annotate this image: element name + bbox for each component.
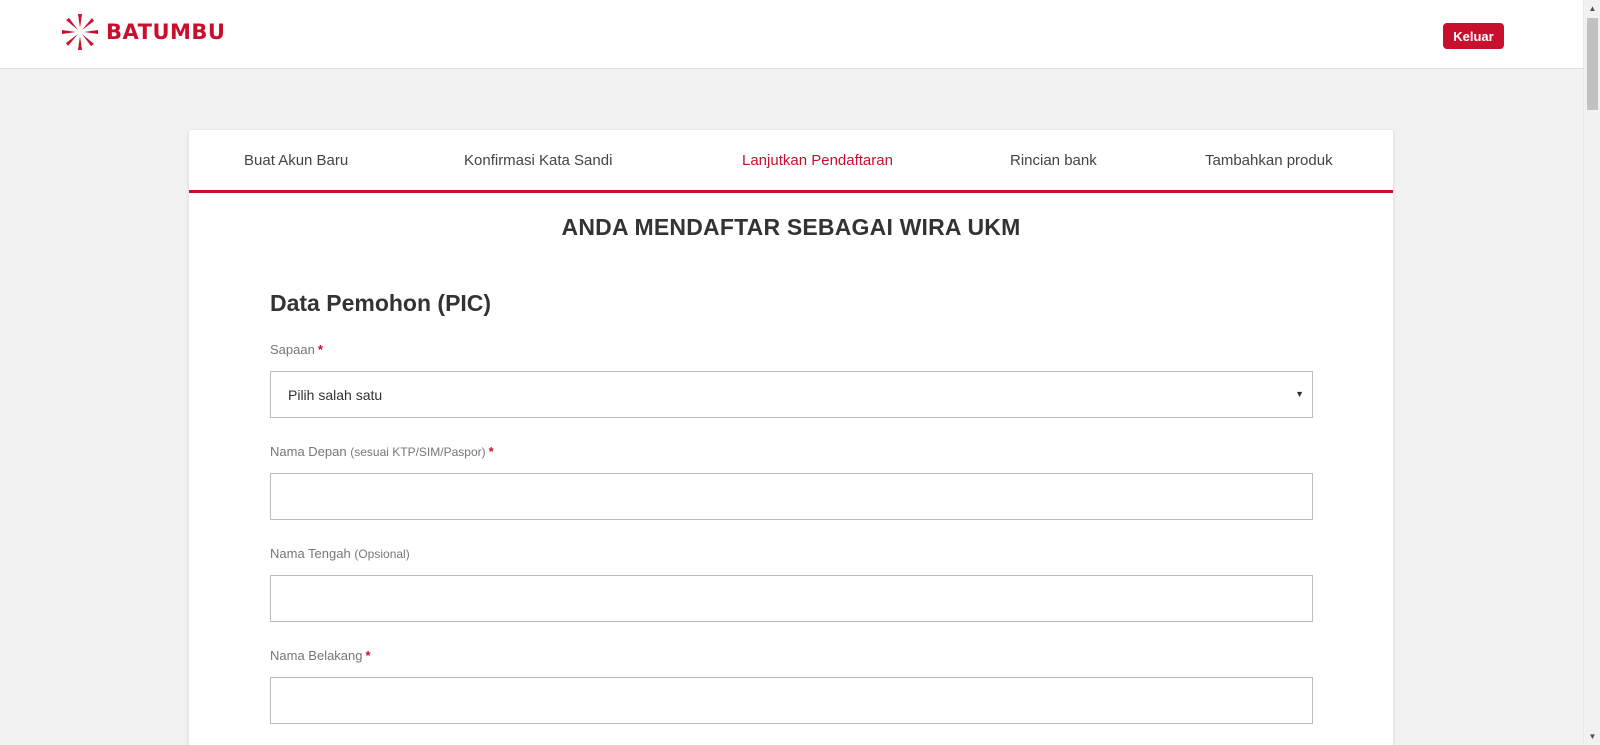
salutation-selected-value: Pilih salah satu [288,386,383,403]
logout-button[interactable]: Keluar [1443,23,1504,49]
step-continue-registration[interactable]: Lanjutkan Pendaftaran [742,152,893,169]
page-scrollbar[interactable]: ▲ ▼ [1583,0,1600,745]
middle-name-label: Nama Tengah (Opsional) [270,546,410,561]
scroll-down-arrow-icon[interactable]: ▼ [1584,728,1600,745]
last-name-field[interactable] [270,677,1313,724]
middle-name-hint: (Opsional) [354,547,410,561]
registration-card: Buat Akun Baru Konfirmasi Kata Sandi Lan… [189,130,1393,745]
top-navbar: BATUMBU Keluar [0,0,1583,69]
step-add-product[interactable]: Tambahkan produk [1205,152,1333,169]
required-marker: * [317,342,323,357]
first-name-hint: (sesuai KTP/SIM/Paspor) [350,445,486,459]
page-title: ANDA MENDAFTAR SEBAGAI WIRA UKM [561,214,1021,240]
first-name-label: Nama Depan (sesuai KTP/SIM/Paspor) * [270,444,494,459]
scroll-up-arrow-icon[interactable]: ▲ [1584,0,1600,17]
required-marker: * [365,648,371,663]
step-create-account[interactable]: Buat Akun Baru [244,152,348,169]
required-marker: * [488,444,494,459]
brand-logo[interactable]: BATUMBU [62,14,225,50]
chevron-down-icon: ▼ [1295,389,1304,399]
section-title: Data Pemohon (PIC) [270,290,492,316]
brand-name: BATUMBU [106,20,226,44]
last-name-label: Nama Belakang * [270,648,371,663]
batumbu-logo-icon [62,14,98,50]
scrollbar-thumb[interactable] [1587,18,1598,110]
step-confirm-password[interactable]: Konfirmasi Kata Sandi [464,152,612,169]
registration-steps: Buat Akun Baru Konfirmasi Kata Sandi Lan… [189,130,1393,193]
salutation-label: Sapaan * [270,342,323,357]
first-name-field[interactable] [270,473,1313,520]
step-bank-details[interactable]: Rincian bank [1010,152,1097,169]
salutation-select[interactable]: Pilih salah satu ▼ [270,371,1313,418]
middle-name-field[interactable] [270,575,1313,622]
